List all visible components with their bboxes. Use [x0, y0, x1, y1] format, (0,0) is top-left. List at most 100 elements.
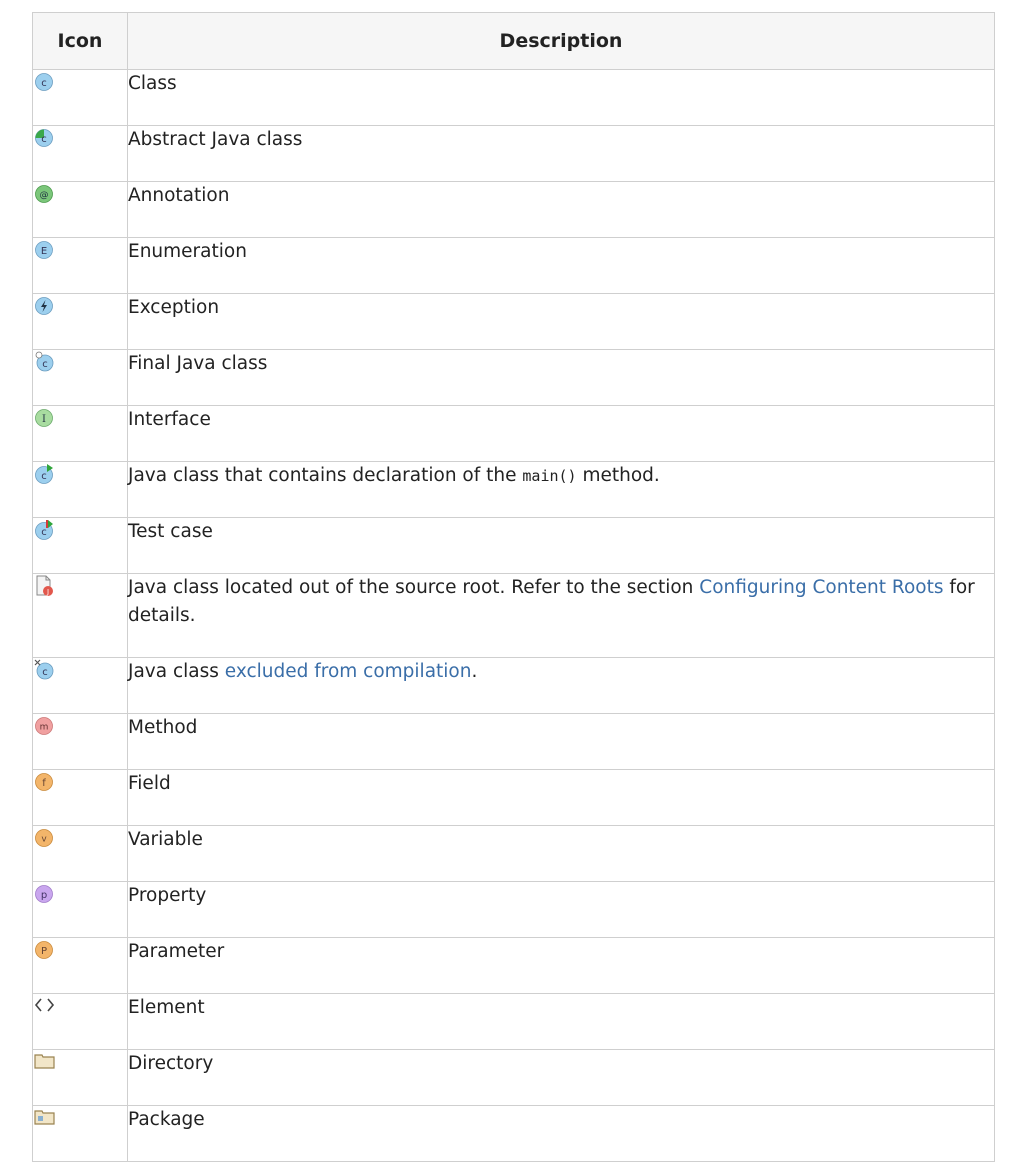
table-row: m Method [32, 713, 995, 770]
svg-text:f: f [42, 778, 46, 789]
table-row: Exception [32, 293, 995, 350]
description-code: main() [522, 467, 577, 485]
table-row: c Java class that contains declaration o… [32, 461, 995, 518]
svg-text:c: c [41, 527, 47, 538]
table-row: p Property [32, 881, 995, 938]
icon-cell: m [32, 713, 128, 770]
interface-icon: I [33, 406, 57, 430]
description-cell: Annotation [127, 181, 995, 238]
description-cell: Element [127, 993, 995, 1050]
description-cell: Variable [127, 825, 995, 882]
svg-text:c: c [42, 667, 48, 678]
field-icon: f [33, 770, 57, 794]
svg-text:c: c [42, 359, 48, 370]
description-text: Class [128, 73, 177, 94]
property-icon: p [33, 882, 57, 906]
description-text: Element [128, 997, 205, 1018]
table-row: c Final Java class [32, 349, 995, 406]
table-row: f Field [32, 769, 995, 826]
enumeration-icon: E [33, 238, 57, 262]
table-row: E Enumeration [32, 237, 995, 294]
table-row: J Java class located out of the source ro… [32, 573, 995, 658]
table-row: c Class [32, 69, 995, 126]
icons-table: Icon Description c Class c Abstract Java … [32, 12, 995, 1162]
icon-cell [32, 1049, 128, 1106]
description-text: Java class [128, 661, 225, 682]
icon-cell: c [32, 125, 128, 182]
table-row: Directory [32, 1049, 995, 1106]
icon-cell: J [32, 573, 128, 658]
description-cell: Test case [127, 517, 995, 574]
description-text: Exception [128, 297, 220, 318]
icon-cell: c [32, 657, 128, 714]
description-link[interactable]: excluded from compilation [225, 661, 472, 682]
svg-text:c: c [41, 134, 47, 145]
description-link[interactable]: Configuring Content Roots [699, 577, 943, 598]
description-cell: Parameter [127, 937, 995, 994]
table-row: c Test case [32, 517, 995, 574]
description-text: Annotation [128, 185, 230, 206]
description-text: method. [576, 465, 660, 486]
icon-cell: c [32, 349, 128, 406]
description-cell: Java class that contains declaration of … [127, 461, 995, 518]
description-text: Package [128, 1109, 205, 1130]
svg-text:E: E [41, 246, 47, 257]
description-text: Variable [128, 829, 203, 850]
icon-cell: c [32, 69, 128, 126]
test-case-icon: c [33, 518, 57, 542]
icon-cell: I [32, 405, 128, 462]
table-row: v Variable [32, 825, 995, 882]
description-cell: Final Java class [127, 349, 995, 406]
annotation-icon: @ [33, 182, 57, 206]
description-text: Enumeration [128, 241, 247, 262]
icon-cell [32, 293, 128, 350]
description-cell: Enumeration [127, 237, 995, 294]
description-cell: Abstract Java class [127, 125, 995, 182]
icon-cell: p [32, 881, 128, 938]
exception-icon [33, 294, 57, 318]
description-cell: Property [127, 881, 995, 938]
parameter-icon: P [33, 938, 57, 962]
icon-cell: f [32, 769, 128, 826]
abstract-class-icon: c [33, 126, 57, 150]
icon-cell: E [32, 237, 128, 294]
table-row: c Java class excluded from compilation. [32, 657, 995, 714]
description-text: Abstract Java class [128, 129, 303, 150]
svg-text:p: p [41, 890, 47, 901]
description-cell: Field [127, 769, 995, 826]
icon-cell [32, 993, 128, 1050]
svg-text:c: c [41, 471, 47, 482]
class-out-of-source-icon: J [33, 574, 57, 598]
description-cell: Method [127, 713, 995, 770]
description-cell: Exception [127, 293, 995, 350]
package-icon [33, 1106, 57, 1130]
table-row: I Interface [32, 405, 995, 462]
icon-cell: @ [32, 181, 128, 238]
icon-cell: v [32, 825, 128, 882]
description-text: . [471, 661, 478, 682]
table-row: P Parameter [32, 937, 995, 994]
description-cell: Package [127, 1105, 995, 1162]
description-text: Method [128, 717, 198, 738]
description-cell: Interface [127, 405, 995, 462]
header-description: Description [127, 12, 995, 70]
main-class-icon: c [33, 462, 57, 486]
description-text: Java class that contains declaration of … [128, 465, 523, 486]
icon-cell: c [32, 517, 128, 574]
description-cell: Class [127, 69, 995, 126]
header-row: Icon Description [32, 12, 995, 70]
description-text: Final Java class [128, 353, 268, 374]
directory-icon [33, 1050, 57, 1074]
table-row: @ Annotation [32, 181, 995, 238]
svg-text:c: c [41, 78, 47, 89]
description-text: Directory [128, 1053, 214, 1074]
description-cell: Java class located out of the source roo… [127, 573, 995, 658]
table-row: Package [32, 1105, 995, 1162]
icon-cell [32, 1105, 128, 1162]
element-icon [33, 994, 57, 1018]
final-class-icon: c [33, 350, 57, 374]
description-text: Property [128, 885, 207, 906]
description-text: Field [128, 773, 171, 794]
excluded-class-icon: c [33, 658, 57, 682]
svg-text:@: @ [40, 191, 49, 201]
